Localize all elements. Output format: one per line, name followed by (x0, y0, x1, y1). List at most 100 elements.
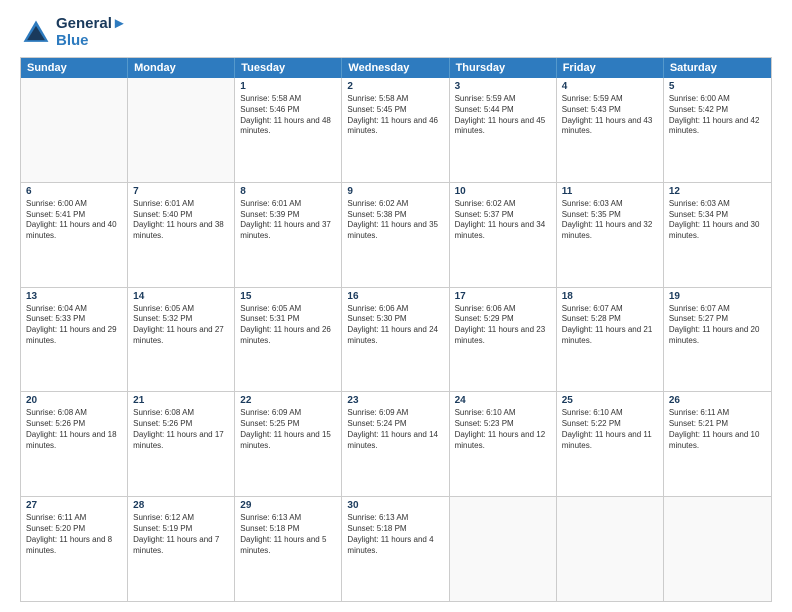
calendar-day-12: 12 Sunrise: 6:03 AM Sunset: 5:34 PM Dayli… (664, 183, 771, 287)
calendar-day-10: 10 Sunrise: 6:02 AM Sunset: 5:37 PM Dayli… (450, 183, 557, 287)
calendar-day-20: 20 Sunrise: 6:08 AM Sunset: 5:26 PM Dayli… (21, 392, 128, 496)
calendar-empty-cell (450, 497, 557, 601)
day-number: 7 (133, 186, 229, 197)
calendar-day-9: 9 Sunrise: 6:02 AM Sunset: 5:38 PM Daylig… (342, 183, 449, 287)
day-number: 30 (347, 500, 443, 511)
page: General►Blue SundayMondayTuesdayWednesda… (0, 0, 792, 612)
day-number: 3 (455, 81, 551, 92)
day-info: Sunrise: 6:08 AM Sunset: 5:26 PM Dayligh… (133, 408, 229, 451)
day-number: 22 (240, 395, 336, 406)
calendar-row-4: 27 Sunrise: 6:11 AM Sunset: 5:20 PM Dayli… (21, 497, 771, 601)
calendar-row-3: 20 Sunrise: 6:08 AM Sunset: 5:26 PM Dayli… (21, 392, 771, 497)
day-number: 10 (455, 186, 551, 197)
calendar-day-18: 18 Sunrise: 6:07 AM Sunset: 5:28 PM Dayli… (557, 288, 664, 392)
calendar-day-4: 4 Sunrise: 5:59 AM Sunset: 5:43 PM Daylig… (557, 78, 664, 182)
calendar-day-15: 15Sunrise: 6:05 AM Sunset: 5:31 PM Dayli… (235, 288, 342, 392)
day-info: Sunrise: 6:13 AM Sunset: 5:18 PM Dayligh… (240, 513, 336, 556)
calendar-empty-cell (557, 497, 664, 601)
day-info: Sunrise: 6:01 AM Sunset: 5:40 PM Dayligh… (133, 199, 229, 242)
day-number: 25 (562, 395, 658, 406)
day-number: 12 (669, 186, 766, 197)
day-info: Sunrise: 6:10 AM Sunset: 5:23 PM Dayligh… (455, 408, 551, 451)
calendar-empty-cell (21, 78, 128, 182)
calendar-day-16: 16 Sunrise: 6:06 AM Sunset: 5:30 PM Dayli… (342, 288, 449, 392)
day-number: 23 (347, 395, 443, 406)
calendar: SundayMondayTuesdayWednesdayThursdayFrid… (20, 57, 772, 602)
calendar-day-13: 13 Sunrise: 6:04 AM Sunset: 5:33 PM Dayli… (21, 288, 128, 392)
logo-icon (20, 17, 52, 49)
calendar-header: SundayMondayTuesdayWednesdayThursdayFrid… (21, 58, 771, 78)
calendar-day-17: 17 Sunrise: 6:06 AM Sunset: 5:29 PM Dayli… (450, 288, 557, 392)
day-info: Sunrise: 6:00 AM Sunset: 5:42 PM Dayligh… (669, 94, 766, 137)
day-info: Sunrise: 5:59 AM Sunset: 5:44 PM Dayligh… (455, 94, 551, 137)
calendar-day-6: 6 Sunrise: 6:00 AM Sunset: 5:41 PM Daylig… (21, 183, 128, 287)
day-number: 28 (133, 500, 229, 511)
day-info: Sunrise: 6:03 AM Sunset: 5:35 PM Dayligh… (562, 199, 658, 242)
day-number: 11 (562, 186, 658, 197)
day-info: Sunrise: 6:06 AM Sunset: 5:29 PM Dayligh… (455, 304, 551, 347)
weekday-header-thursday: Thursday (450, 58, 557, 78)
day-info: Sunrise: 6:00 AM Sunset: 5:41 PM Dayligh… (26, 199, 122, 242)
day-info: Sunrise: 6:01 AM Sunset: 5:39 PM Dayligh… (240, 199, 336, 242)
calendar-day-7: 7 Sunrise: 6:01 AM Sunset: 5:40 PM Daylig… (128, 183, 235, 287)
calendar-day-29: 29 Sunrise: 6:13 AM Sunset: 5:18 PM Dayli… (235, 497, 342, 601)
day-info: Sunrise: 6:02 AM Sunset: 5:37 PM Dayligh… (455, 199, 551, 242)
day-info: Sunrise: 5:59 AM Sunset: 5:43 PM Dayligh… (562, 94, 658, 137)
day-number: 9 (347, 186, 443, 197)
calendar-day-25: 25Sunrise: 6:10 AM Sunset: 5:22 PM Dayli… (557, 392, 664, 496)
calendar-day-8: 8 Sunrise: 6:01 AM Sunset: 5:39 PM Daylig… (235, 183, 342, 287)
day-info: Sunrise: 6:11 AM Sunset: 5:20 PM Dayligh… (26, 513, 122, 556)
day-number: 26 (669, 395, 766, 406)
calendar-row-1: 6 Sunrise: 6:00 AM Sunset: 5:41 PM Daylig… (21, 183, 771, 288)
weekday-header-sunday: Sunday (21, 58, 128, 78)
day-number: 2 (347, 81, 443, 92)
day-number: 8 (240, 186, 336, 197)
day-info: Sunrise: 6:12 AM Sunset: 5:19 PM Dayligh… (133, 513, 229, 556)
day-number: 5 (669, 81, 766, 92)
day-info: Sunrise: 6:09 AM Sunset: 5:25 PM Dayligh… (240, 408, 336, 451)
day-info: Sunrise: 6:11 AM Sunset: 5:21 PM Dayligh… (669, 408, 766, 451)
calendar-day-3: 3 Sunrise: 5:59 AM Sunset: 5:44 PM Daylig… (450, 78, 557, 182)
day-number: 17 (455, 291, 551, 302)
calendar-empty-cell (128, 78, 235, 182)
day-number: 16 (347, 291, 443, 302)
calendar-day-30: 30 Sunrise: 6:13 AM Sunset: 5:18 PM Dayli… (342, 497, 449, 601)
day-info: Sunrise: 6:03 AM Sunset: 5:34 PM Dayligh… (669, 199, 766, 242)
day-number: 18 (562, 291, 658, 302)
day-number: 13 (26, 291, 122, 302)
day-info: Sunrise: 6:05 AM Sunset: 5:31 PM Dayligh… (240, 304, 336, 347)
day-info: Sunrise: 6:09 AM Sunset: 5:24 PM Dayligh… (347, 408, 443, 451)
calendar-day-28: 28 Sunrise: 6:12 AM Sunset: 5:19 PM Dayli… (128, 497, 235, 601)
logo-text: General►Blue (56, 16, 127, 49)
calendar-empty-cell (664, 497, 771, 601)
day-number: 6 (26, 186, 122, 197)
day-info: Sunrise: 6:05 AM Sunset: 5:32 PM Dayligh… (133, 304, 229, 347)
day-info: Sunrise: 6:08 AM Sunset: 5:26 PM Dayligh… (26, 408, 122, 451)
calendar-day-27: 27 Sunrise: 6:11 AM Sunset: 5:20 PM Dayli… (21, 497, 128, 601)
weekday-header-wednesday: Wednesday (342, 58, 449, 78)
calendar-day-21: 21Sunrise: 6:08 AM Sunset: 5:26 PM Dayli… (128, 392, 235, 496)
calendar-body: 1Sunrise: 5:58 AM Sunset: 5:46 PM Daylig… (21, 78, 771, 601)
day-info: Sunrise: 6:04 AM Sunset: 5:33 PM Dayligh… (26, 304, 122, 347)
day-info: Sunrise: 5:58 AM Sunset: 5:46 PM Dayligh… (240, 94, 336, 137)
calendar-day-24: 24Sunrise: 6:10 AM Sunset: 5:23 PM Dayli… (450, 392, 557, 496)
day-number: 20 (26, 395, 122, 406)
header: General►Blue (20, 16, 772, 49)
weekday-header-monday: Monday (128, 58, 235, 78)
calendar-day-11: 11 Sunrise: 6:03 AM Sunset: 5:35 PM Dayli… (557, 183, 664, 287)
day-info: Sunrise: 6:07 AM Sunset: 5:27 PM Dayligh… (669, 304, 766, 347)
day-number: 4 (562, 81, 658, 92)
day-info: Sunrise: 6:13 AM Sunset: 5:18 PM Dayligh… (347, 513, 443, 556)
calendar-day-14: 14Sunrise: 6:05 AM Sunset: 5:32 PM Dayli… (128, 288, 235, 392)
weekday-header-saturday: Saturday (664, 58, 771, 78)
day-number: 27 (26, 500, 122, 511)
day-info: Sunrise: 6:06 AM Sunset: 5:30 PM Dayligh… (347, 304, 443, 347)
logo: General►Blue (20, 16, 127, 49)
day-number: 29 (240, 500, 336, 511)
day-info: Sunrise: 6:02 AM Sunset: 5:38 PM Dayligh… (347, 199, 443, 242)
day-info: Sunrise: 6:07 AM Sunset: 5:28 PM Dayligh… (562, 304, 658, 347)
calendar-day-23: 23 Sunrise: 6:09 AM Sunset: 5:24 PM Dayli… (342, 392, 449, 496)
day-info: Sunrise: 5:58 AM Sunset: 5:45 PM Dayligh… (347, 94, 443, 137)
calendar-row-0: 1Sunrise: 5:58 AM Sunset: 5:46 PM Daylig… (21, 78, 771, 183)
calendar-day-2: 2 Sunrise: 5:58 AM Sunset: 5:45 PM Daylig… (342, 78, 449, 182)
